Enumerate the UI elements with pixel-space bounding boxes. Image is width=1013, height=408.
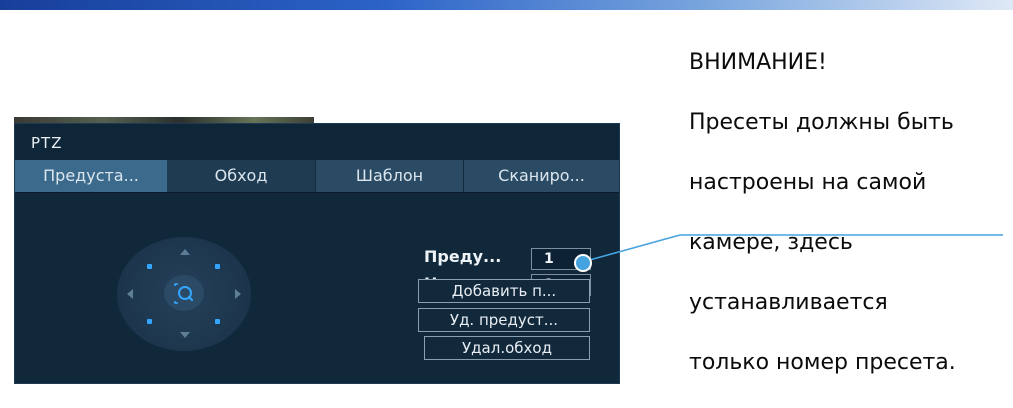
- warning-line: камере, здесь: [689, 230, 853, 255]
- warning-line: настроены на самой: [689, 170, 927, 195]
- warning-line: ВНИМАНИЕ!: [689, 50, 827, 75]
- warning-callout-text: ВНИМАНИЕ! Пресеты должны быть настроены …: [689, 18, 1013, 408]
- warning-line: только номер пресета.: [689, 350, 956, 375]
- callout-marker-dot: [574, 254, 592, 272]
- warning-line: Пресеты должны быть: [689, 110, 954, 135]
- warning-line: устанавливается: [689, 290, 888, 315]
